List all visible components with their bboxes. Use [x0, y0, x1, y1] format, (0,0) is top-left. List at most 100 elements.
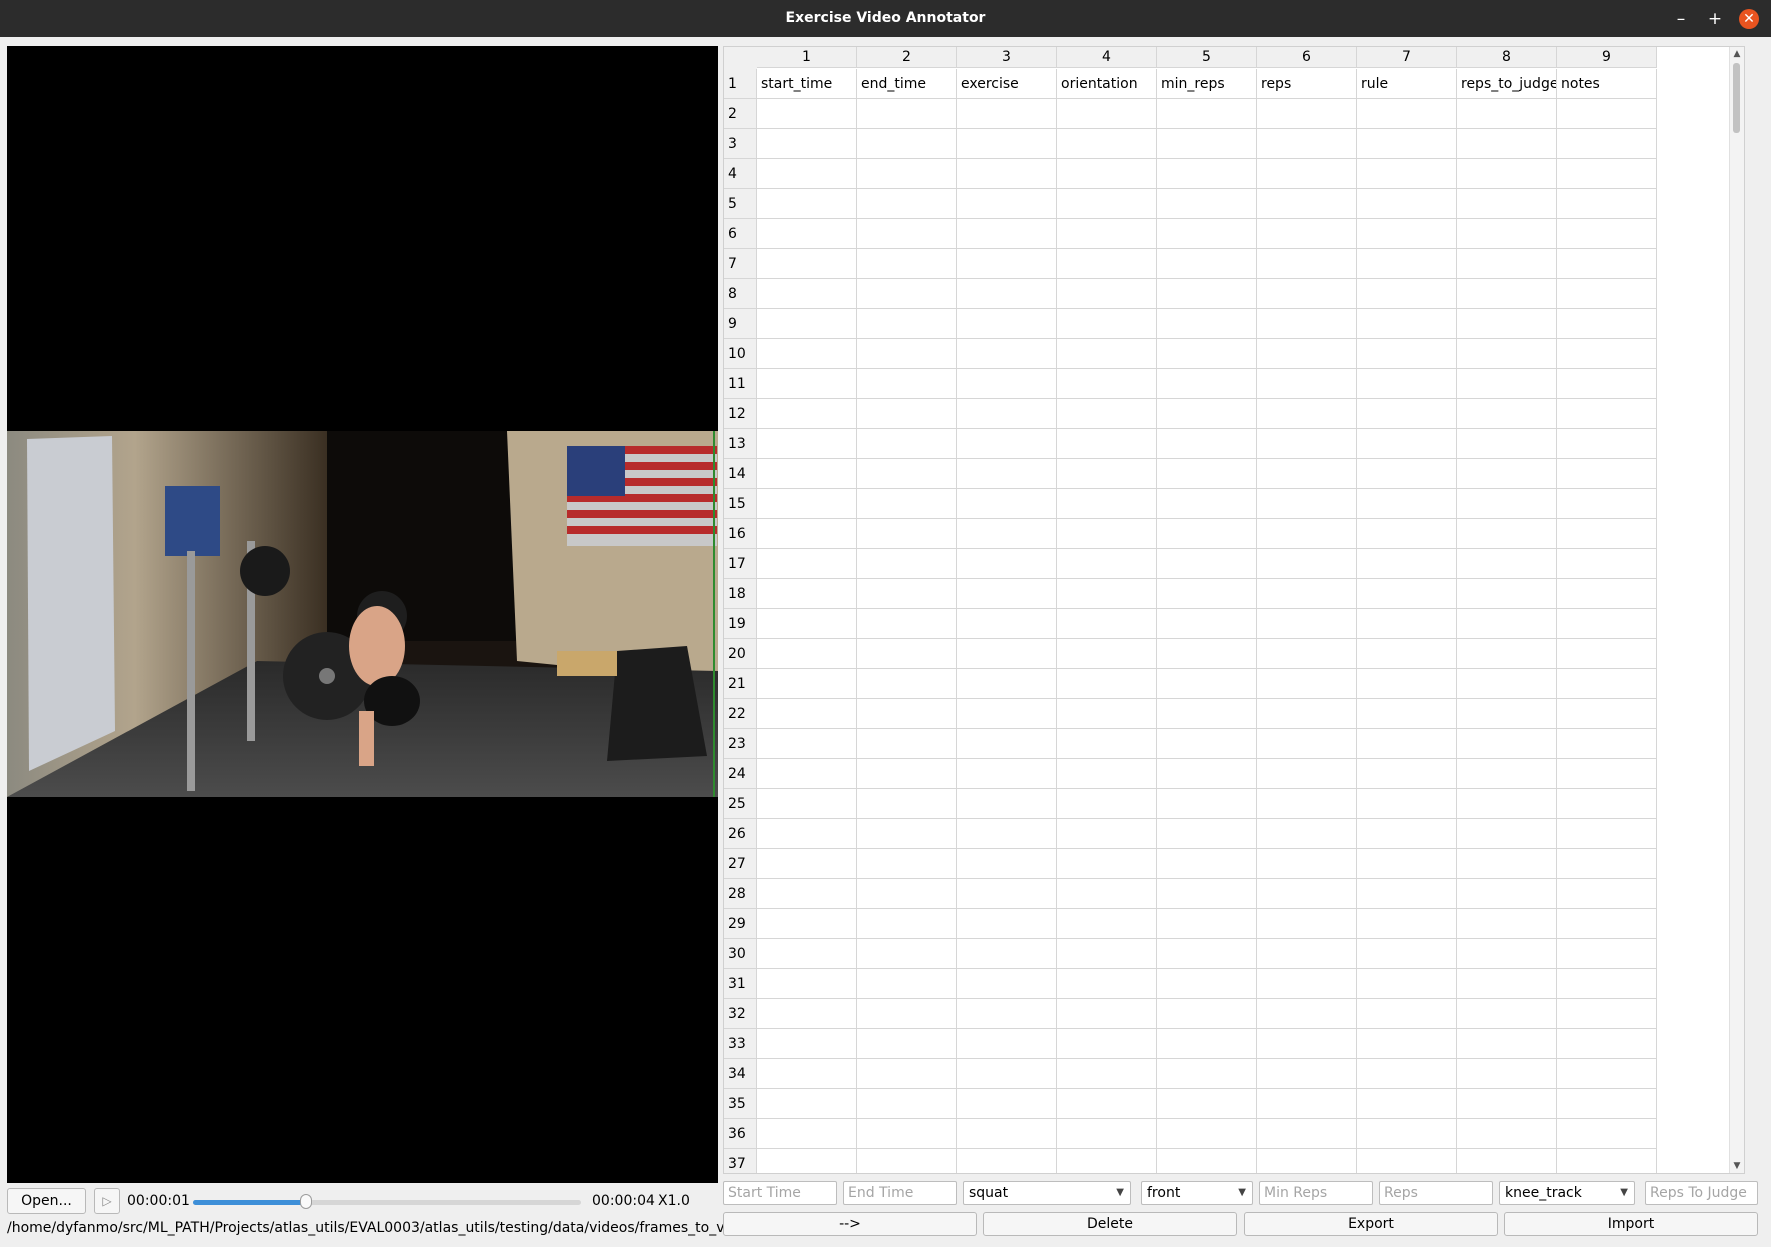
- table-cell[interactable]: [957, 369, 1057, 399]
- table-cell[interactable]: [1357, 579, 1457, 609]
- table-cell[interactable]: [1257, 399, 1357, 429]
- table-cell[interactable]: [1357, 489, 1457, 519]
- table-cell[interactable]: [1157, 1089, 1257, 1119]
- table-cell[interactable]: [957, 789, 1057, 819]
- table-cell[interactable]: [957, 1149, 1057, 1173]
- table-cell[interactable]: [1057, 309, 1157, 339]
- table-cell[interactable]: [1357, 759, 1457, 789]
- table-cell[interactable]: [1357, 189, 1457, 219]
- table-cell[interactable]: [957, 939, 1057, 969]
- table-cell[interactable]: [1557, 699, 1657, 729]
- table-cell[interactable]: [1457, 459, 1557, 489]
- table-cell[interactable]: [857, 849, 957, 879]
- table-cell[interactable]: [1157, 849, 1257, 879]
- table-cell[interactable]: [1057, 759, 1157, 789]
- table-cell[interactable]: [1457, 609, 1557, 639]
- table-cell[interactable]: [1057, 819, 1157, 849]
- table-cell[interactable]: [1157, 579, 1257, 609]
- row-header[interactable]: 7: [724, 249, 757, 279]
- table-cell[interactable]: [1557, 759, 1657, 789]
- table-cell[interactable]: [1057, 699, 1157, 729]
- delete-button[interactable]: Delete: [983, 1212, 1237, 1236]
- table-cell[interactable]: [757, 639, 857, 669]
- table-cell[interactable]: [1057, 969, 1157, 999]
- table-cell[interactable]: [757, 369, 857, 399]
- table-cell[interactable]: [757, 909, 857, 939]
- table-cell[interactable]: [1457, 369, 1557, 399]
- table-cell[interactable]: [1357, 399, 1457, 429]
- table-cell[interactable]: [757, 729, 857, 759]
- table-cell[interactable]: [1257, 1119, 1357, 1149]
- table-cell[interactable]: [857, 699, 957, 729]
- table-cell[interactable]: [1157, 669, 1257, 699]
- table-cell[interactable]: [1057, 129, 1157, 159]
- table-cell[interactable]: [1357, 369, 1457, 399]
- table-cell[interactable]: [957, 699, 1057, 729]
- table-cell[interactable]: [1457, 759, 1557, 789]
- table-cell[interactable]: [1457, 999, 1557, 1029]
- table-cell[interactable]: [1457, 669, 1557, 699]
- table-cell[interactable]: [1157, 639, 1257, 669]
- table-cell[interactable]: [1257, 819, 1357, 849]
- table-cell[interactable]: [1157, 969, 1257, 999]
- scrollbar-thumb[interactable]: [1733, 63, 1740, 133]
- table-cell[interactable]: [1357, 159, 1457, 189]
- table-cell[interactable]: [857, 219, 957, 249]
- table-cell[interactable]: [1357, 729, 1457, 759]
- table-cell[interactable]: [1357, 639, 1457, 669]
- row-header[interactable]: 2: [724, 99, 757, 129]
- table-cell[interactable]: [1457, 1149, 1557, 1173]
- table-cell[interactable]: [757, 429, 857, 459]
- table-cell[interactable]: [757, 969, 857, 999]
- row-header[interactable]: 36: [724, 1119, 757, 1149]
- table-cell[interactable]: [1557, 609, 1657, 639]
- table-cell[interactable]: [1157, 309, 1257, 339]
- row-header[interactable]: 20: [724, 639, 757, 669]
- table-cell[interactable]: [1157, 249, 1257, 279]
- table-cell[interactable]: [1357, 819, 1457, 849]
- end-time-input[interactable]: [843, 1181, 957, 1205]
- table-cell[interactable]: [1257, 789, 1357, 819]
- table-cell[interactable]: start_time: [757, 69, 857, 99]
- table-cell[interactable]: [1157, 489, 1257, 519]
- table-cell[interactable]: [1157, 219, 1257, 249]
- table-cell[interactable]: [1257, 1089, 1357, 1119]
- table-cell[interactable]: [857, 249, 957, 279]
- table-cell[interactable]: [1257, 429, 1357, 459]
- table-cell[interactable]: [1557, 1059, 1657, 1089]
- column-header[interactable]: 2: [857, 47, 957, 68]
- table-cell[interactable]: [1457, 399, 1557, 429]
- table-cell[interactable]: [1157, 789, 1257, 819]
- table-cell[interactable]: [1057, 1059, 1157, 1089]
- row-header[interactable]: 33: [724, 1029, 757, 1059]
- maximize-icon[interactable]: +: [1705, 9, 1725, 29]
- table-cell[interactable]: [1057, 609, 1157, 639]
- table-cell[interactable]: [1057, 519, 1157, 549]
- table-cell[interactable]: [857, 399, 957, 429]
- table-cell[interactable]: [1257, 459, 1357, 489]
- table-cell[interactable]: [1257, 99, 1357, 129]
- table-cell[interactable]: [757, 249, 857, 279]
- row-header[interactable]: 31: [724, 969, 757, 999]
- close-icon[interactable]: ✕: [1739, 9, 1759, 29]
- table-cell[interactable]: [1557, 669, 1657, 699]
- table-cell[interactable]: [1557, 819, 1657, 849]
- table-cell[interactable]: [1157, 939, 1257, 969]
- table-cell[interactable]: [757, 339, 857, 369]
- table-cell[interactable]: [1457, 249, 1557, 279]
- table-cell[interactable]: [757, 489, 857, 519]
- table-cell[interactable]: [1457, 1029, 1557, 1059]
- table-cell[interactable]: [1057, 789, 1157, 819]
- table-cell[interactable]: [1557, 549, 1657, 579]
- table-cell[interactable]: [757, 579, 857, 609]
- table-cell[interactable]: [1157, 189, 1257, 219]
- table-cell[interactable]: [757, 189, 857, 219]
- row-header[interactable]: 17: [724, 549, 757, 579]
- table-cell[interactable]: [1457, 969, 1557, 999]
- row-header[interactable]: 18: [724, 579, 757, 609]
- table-cell[interactable]: [1057, 1029, 1157, 1059]
- table-cell[interactable]: [1357, 459, 1457, 489]
- table-cell[interactable]: [957, 309, 1057, 339]
- table-cell[interactable]: [1457, 429, 1557, 459]
- min-reps-input[interactable]: [1259, 1181, 1373, 1205]
